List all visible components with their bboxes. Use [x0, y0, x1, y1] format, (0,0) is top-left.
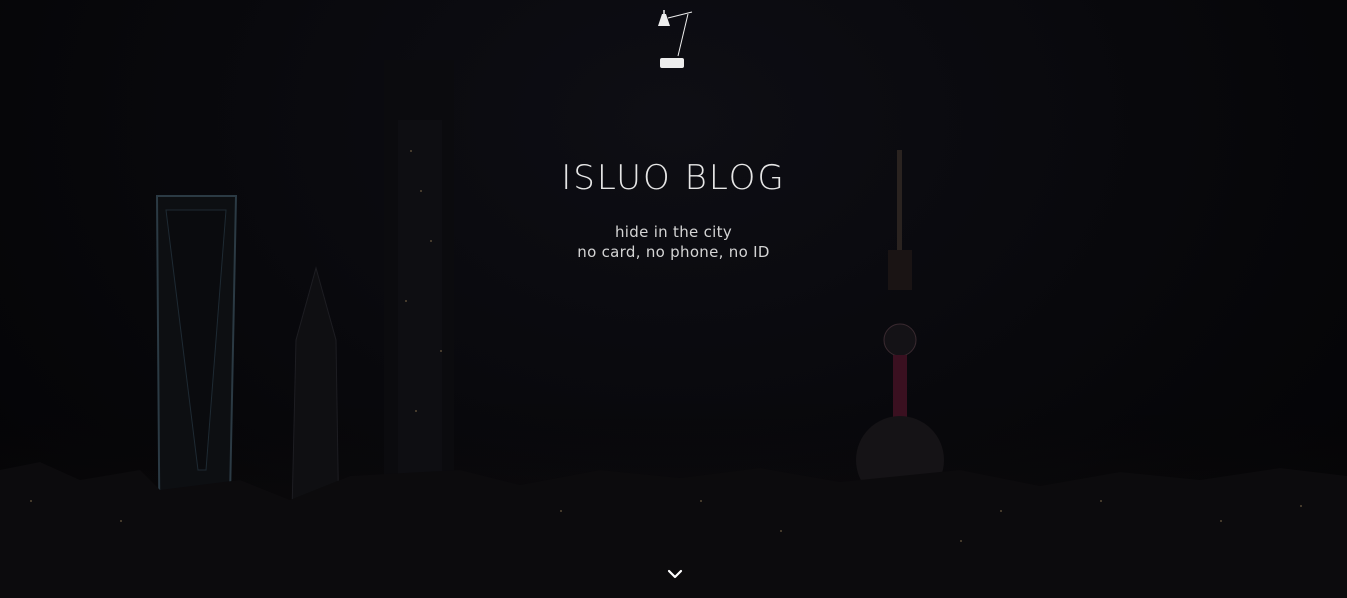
desk-lamp-icon[interactable] — [648, 8, 696, 72]
site-title: ISLUO BLOG — [561, 158, 786, 198]
hero-section: ISLUO BLOG hide in the city no card, no … — [0, 0, 1347, 598]
tagline-line-1: hide in the city — [615, 223, 732, 241]
tagline-line-2: no card, no phone, no ID — [577, 243, 770, 261]
chevron-down-icon[interactable] — [666, 566, 684, 582]
city-skyline-background — [0, 60, 1347, 598]
